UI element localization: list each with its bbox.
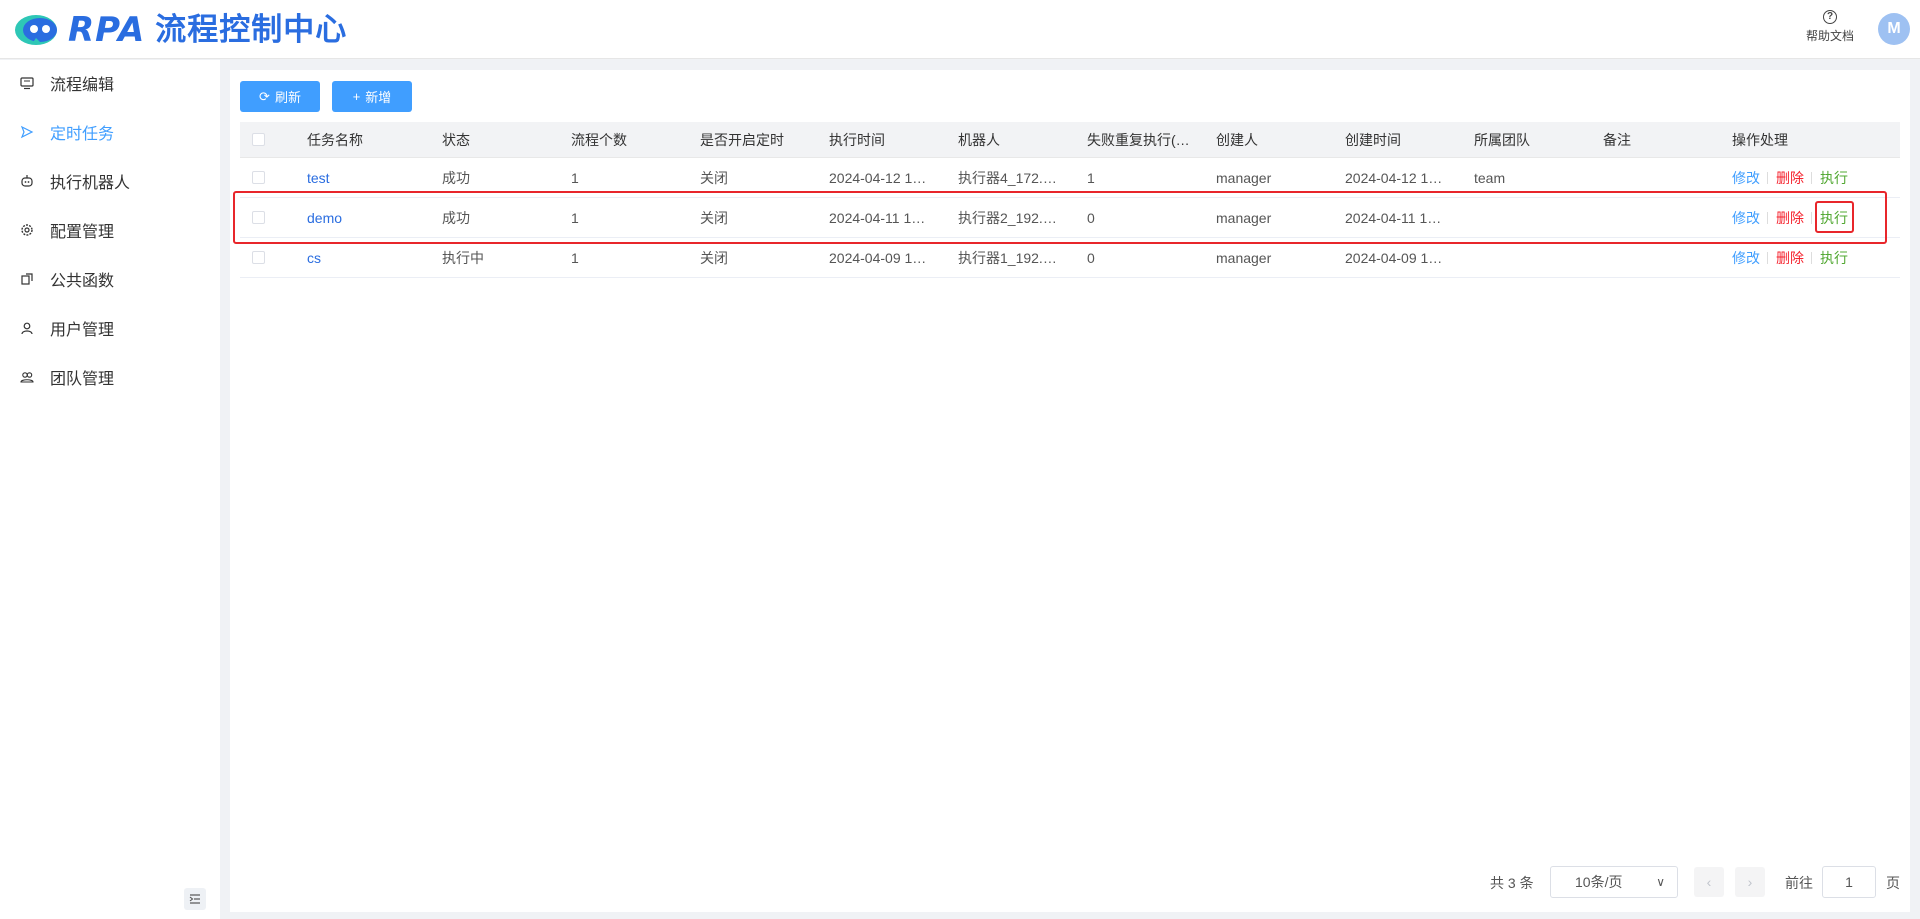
collapse-sidebar-button[interactable] bbox=[184, 888, 206, 910]
plus-icon: + bbox=[352, 89, 361, 104]
select-all-checkbox[interactable] bbox=[252, 133, 265, 146]
status-cell: 执行中 bbox=[442, 250, 484, 266]
sidebar: 流程编辑 定时任务 执行机器人 配置管理 公共函数 用户管理 团队管理 bbox=[0, 60, 220, 919]
add-button[interactable]: + 新增 bbox=[332, 81, 412, 112]
action-divider bbox=[1767, 252, 1768, 264]
sidebar-item-label: 流程编辑 bbox=[50, 77, 115, 94]
refresh-icon: ⟳ bbox=[259, 88, 270, 104]
team-cell bbox=[1474, 238, 1594, 278]
column-header[interactable]: 流程个数 bbox=[571, 122, 691, 158]
column-header[interactable]: 创建时间 bbox=[1345, 122, 1465, 158]
page-size-select[interactable]: 10条/页 ∨ bbox=[1550, 866, 1678, 898]
page-number-input[interactable]: 1 bbox=[1822, 866, 1876, 898]
function-icon bbox=[20, 272, 34, 286]
help-docs-button[interactable]: ? 帮助文档 bbox=[1800, 10, 1860, 44]
sidebar-item-label: 配置管理 bbox=[50, 224, 115, 241]
user-avatar[interactable]: M bbox=[1878, 13, 1910, 45]
sidebar-item-label: 执行机器人 bbox=[50, 175, 131, 192]
refresh-button[interactable]: ⟳ 刷新 bbox=[240, 81, 320, 112]
highlight-row-box bbox=[233, 191, 1887, 244]
chevron-right-icon: › bbox=[1747, 874, 1753, 890]
robot-icon bbox=[20, 174, 34, 188]
app-logo[interactable]: RPA 流程控制中心 bbox=[14, 10, 347, 50]
sidebar-item-scheduled-tasks[interactable]: 定时任务 bbox=[0, 112, 220, 152]
logo-robot-icon bbox=[15, 15, 57, 45]
logo-rpa-text: RPA bbox=[68, 10, 146, 50]
column-header[interactable]: 失败重复执行(… bbox=[1087, 122, 1193, 158]
sidebar-item-label: 用户管理 bbox=[50, 322, 115, 339]
send-icon bbox=[20, 125, 34, 139]
user-icon bbox=[20, 321, 34, 335]
question-circle-icon: ? bbox=[1823, 10, 1837, 24]
app-title: 流程控制中心 bbox=[155, 12, 348, 47]
sidebar-item-label: 公共函数 bbox=[50, 273, 115, 290]
run-button[interactable]: 执行 bbox=[1820, 238, 1848, 278]
highlight-run-button-box bbox=[1815, 201, 1854, 233]
table-row[interactable]: cs 执行中 1 关闭 2024-04-09 1… 执行器1_192.… 0 m… bbox=[240, 238, 1900, 278]
sidebar-item-config[interactable]: 配置管理 bbox=[0, 210, 220, 250]
creator-cell: manager bbox=[1216, 250, 1272, 266]
note-cell bbox=[1603, 238, 1723, 278]
page-size-value: 10条/页 bbox=[1575, 874, 1623, 890]
sidebar-item-process-edit[interactable]: 流程编辑 bbox=[0, 63, 220, 103]
help-docs-label: 帮助文档 bbox=[1805, 29, 1854, 43]
sidebar-item-robots[interactable]: 执行机器人 bbox=[0, 161, 220, 201]
action-divider bbox=[1767, 172, 1768, 184]
task-name-link[interactable]: cs bbox=[307, 238, 427, 278]
edit-button[interactable]: 修改 bbox=[1732, 238, 1760, 278]
column-header[interactable]: 是否开启定时 bbox=[700, 122, 820, 158]
robot-cell: 执行器1_192.… bbox=[958, 250, 1057, 266]
prev-page-button[interactable]: ‹ bbox=[1694, 867, 1724, 897]
retry-cell: 0 bbox=[1087, 250, 1095, 266]
sidebar-item-users[interactable]: 用户管理 bbox=[0, 308, 220, 348]
row-checkbox[interactable] bbox=[252, 251, 265, 264]
column-header[interactable]: 所属团队 bbox=[1474, 122, 1594, 158]
chevron-down-icon: ∨ bbox=[1656, 875, 1665, 889]
sidebar-item-functions[interactable]: 公共函数 bbox=[0, 259, 220, 299]
chevron-left-icon: ‹ bbox=[1706, 874, 1712, 890]
created-cell: 2024-04-09 1… bbox=[1345, 250, 1443, 266]
refresh-label: 刷新 bbox=[274, 90, 301, 105]
count-cell: 1 bbox=[571, 250, 579, 266]
exec-time-cell: 2024-04-09 1… bbox=[829, 250, 927, 266]
column-header[interactable]: 创建人 bbox=[1216, 122, 1336, 158]
row-checkbox[interactable] bbox=[252, 171, 265, 184]
action-divider bbox=[1811, 172, 1812, 184]
sidebar-item-label: 定时任务 bbox=[50, 126, 115, 143]
timer-cell: 关闭 bbox=[700, 250, 728, 266]
column-header[interactable]: 任务名称 bbox=[307, 122, 427, 158]
column-header[interactable]: 机器人 bbox=[958, 122, 1078, 158]
goto-label: 前往 bbox=[1785, 875, 1813, 891]
column-header[interactable]: 状态 bbox=[442, 122, 562, 158]
top-header: RPA 流程控制中心 ? 帮助文档 M bbox=[0, 0, 1920, 59]
collapse-menu-icon bbox=[189, 894, 200, 904]
add-label: 新增 bbox=[365, 90, 392, 105]
sidebar-item-label: 团队管理 bbox=[50, 371, 115, 388]
page-suffix-label: 页 bbox=[1886, 875, 1900, 891]
column-header[interactable]: 备注 bbox=[1603, 122, 1723, 158]
action-divider bbox=[1811, 252, 1812, 264]
column-header[interactable]: 执行时间 bbox=[829, 122, 949, 158]
pagination-total: 共 3 条 bbox=[1490, 875, 1534, 891]
team-icon bbox=[20, 370, 34, 384]
monitor-icon bbox=[20, 76, 34, 90]
next-page-button[interactable]: › bbox=[1735, 867, 1765, 897]
sidebar-item-teams[interactable]: 团队管理 bbox=[0, 357, 220, 397]
delete-button[interactable]: 删除 bbox=[1776, 238, 1804, 278]
gear-icon bbox=[20, 223, 34, 237]
table-header: 任务名称 状态 流程个数 是否开启定时 执行时间 机器人 失败重复执行(… 创建… bbox=[240, 122, 1900, 158]
column-header[interactable]: 操作处理 bbox=[1732, 122, 1852, 158]
